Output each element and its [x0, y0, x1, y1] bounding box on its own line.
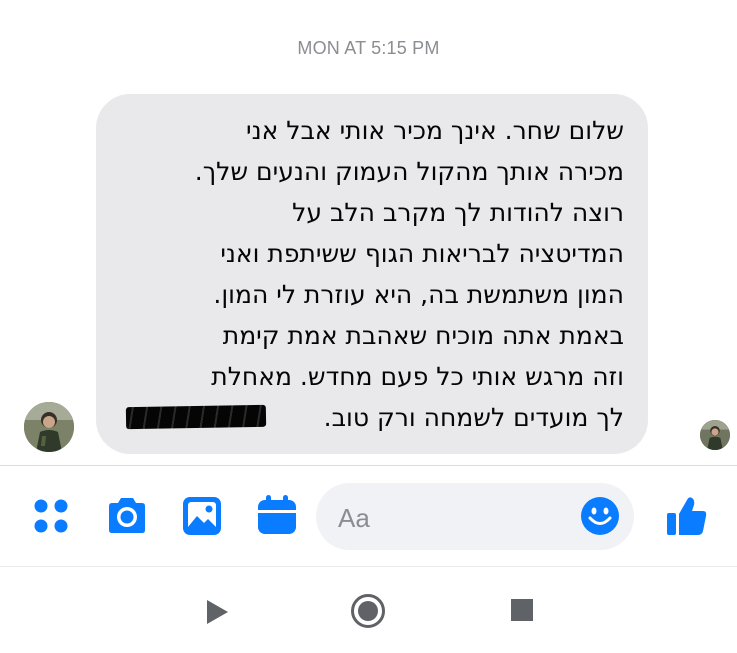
redacted-signature — [125, 404, 267, 430]
message-input[interactable]: Aa — [316, 483, 634, 550]
person-photo-icon — [700, 420, 730, 450]
more-apps-icon[interactable] — [33, 498, 69, 539]
home-circle-icon[interactable] — [350, 593, 386, 634]
gallery-icon[interactable] — [182, 496, 222, 541]
thumbs-up-icon[interactable] — [665, 494, 709, 543]
sender-avatar[interactable] — [24, 402, 74, 452]
incoming-message-bubble[interactable]: שלום שחר. אינך מכיר אותי אבל אני מכירה א… — [96, 94, 648, 454]
calendar-icon[interactable] — [255, 494, 299, 543]
emoji-icon[interactable] — [580, 496, 620, 541]
message-text: שלום שחר. אינך מכיר אותי אבל אני מכירה א… — [194, 116, 624, 432]
camera-icon[interactable] — [105, 496, 149, 541]
person-photo-icon — [24, 402, 74, 452]
message-composer: Aa — [0, 466, 737, 566]
back-triangle-icon[interactable] — [205, 599, 229, 630]
message-input-placeholder: Aa — [338, 503, 370, 533]
messenger-screen: MON AT 5:15 PM שלום שחר. אינך מכיר אותי … — [0, 0, 737, 653]
system-navigation-bar — [0, 566, 737, 653]
read-receipt-avatar — [700, 420, 730, 450]
message-timestamp: MON AT 5:15 PM — [297, 38, 440, 58]
recents-square-icon[interactable] — [511, 599, 533, 626]
